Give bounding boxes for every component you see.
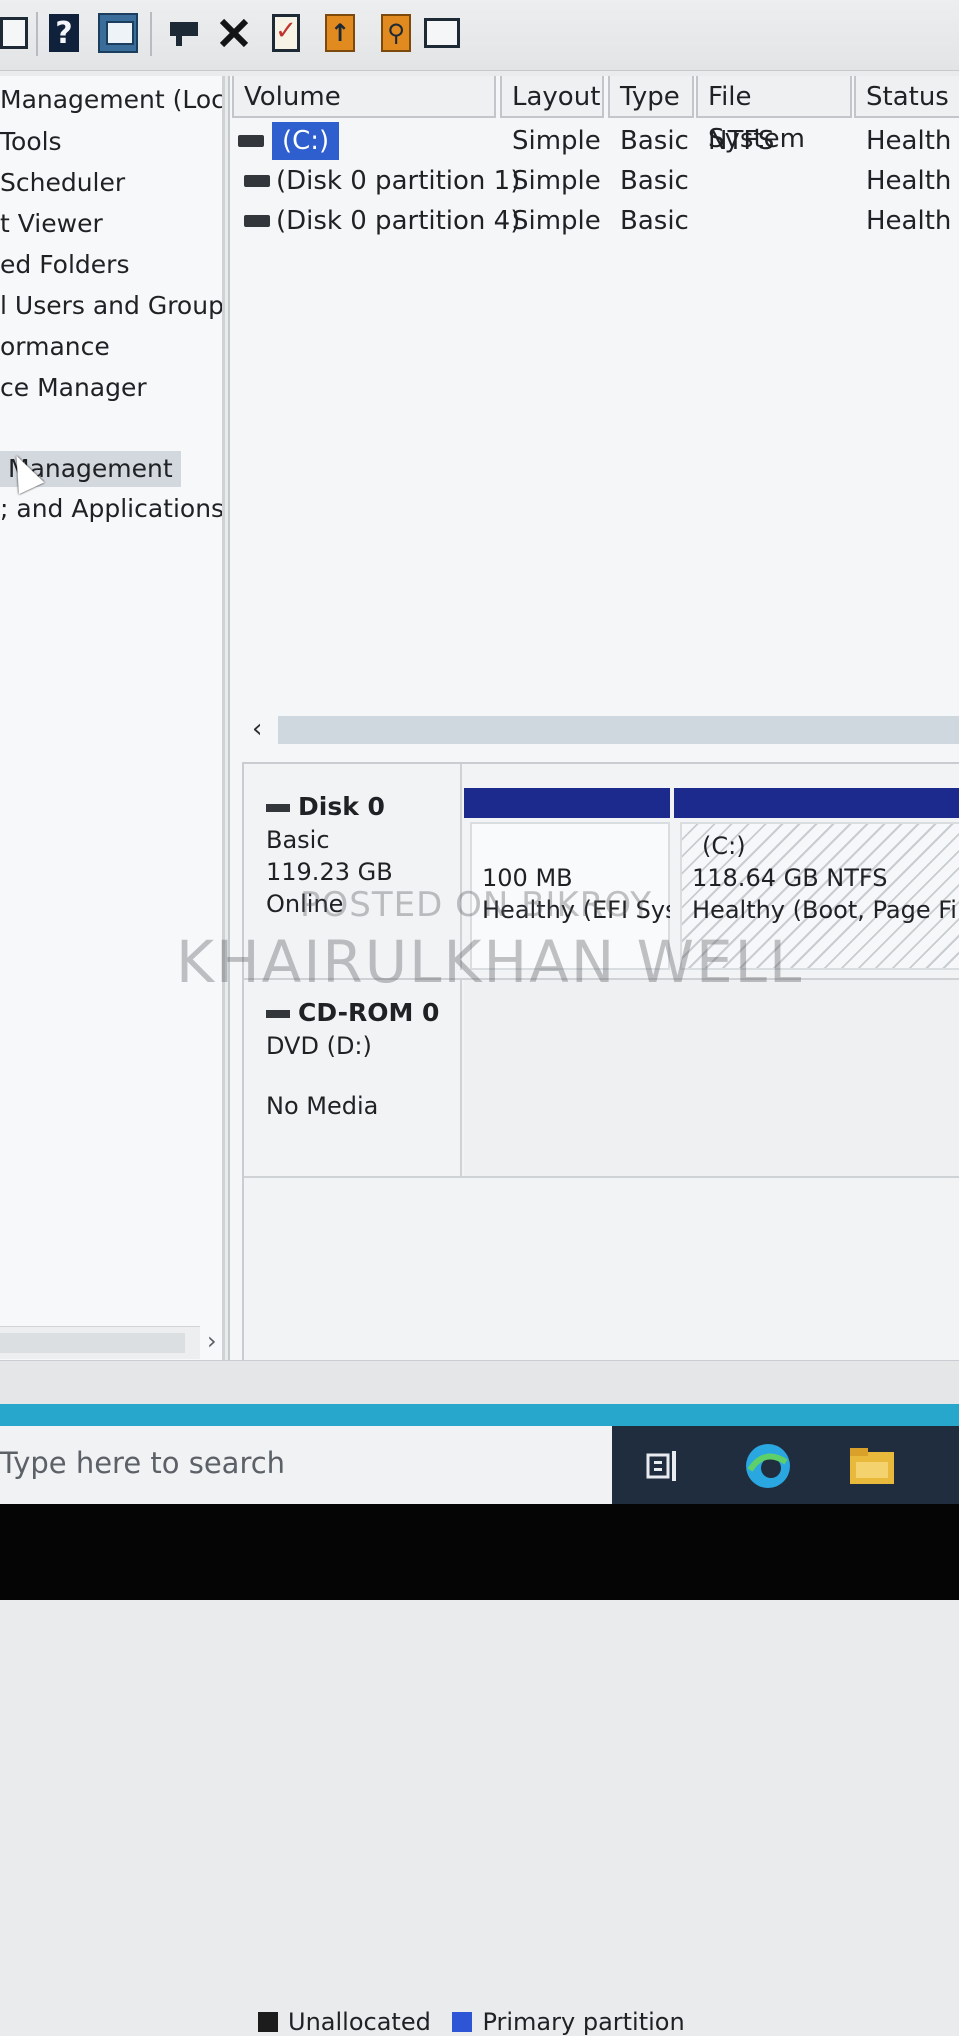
column-header-layout[interactable]: Layout — [500, 76, 604, 118]
tree-item-local-users-groups[interactable]: l Users and Groups — [0, 288, 222, 324]
window-accent-bar — [0, 1404, 959, 1426]
find-icon[interactable]: ⚲ — [376, 10, 416, 56]
scroll-right-icon[interactable]: › — [207, 1327, 217, 1355]
primary-partition-swatch-icon — [452, 2012, 473, 2032]
volume-type: Basic — [620, 206, 689, 236]
volume-row[interactable]: (Disk 0 partition 4) Simple Basic Health — [230, 202, 959, 240]
cdrom-0-label[interactable]: CD-ROM 0 DVD (D:) No Media — [244, 980, 462, 1176]
unallocated-swatch-icon — [258, 2012, 278, 2032]
watermark-line-1: POSTED ON BIKROY — [300, 885, 653, 925]
partition-size: 118.64 GB NTFS — [692, 864, 888, 892]
disk-kind: Basic — [266, 826, 330, 854]
help-icon[interactable]: ? — [44, 10, 84, 56]
tree-item-shared-folders[interactable]: ed Folders — [0, 247, 129, 283]
tree-item-task-scheduler[interactable]: Scheduler — [0, 165, 125, 201]
export-icon[interactable]: ↑ — [320, 10, 360, 56]
volume-type: Basic — [620, 126, 689, 156]
file-explorer-icon[interactable] — [848, 1442, 896, 1490]
legend: Unallocated Primary partition — [258, 2008, 685, 2036]
toolbar: ? ✓ ↑ ⚲ — [0, 0, 959, 71]
drive-icon — [244, 215, 270, 227]
task-view-icon[interactable] — [640, 1442, 688, 1490]
monitor-bezel — [0, 1504, 959, 1600]
tree-item-device-manager[interactable]: ce Manager — [0, 370, 147, 406]
volume-layout: Simple — [512, 166, 601, 196]
tree-horizontal-scrollbar[interactable]: › — [0, 1326, 217, 1359]
volume-layout: Simple — [512, 206, 601, 236]
taskbar: Type here to search — [0, 1426, 959, 1504]
volume-name: (Disk 0 partition 4) — [276, 206, 521, 236]
scrollbar-thumb[interactable] — [278, 716, 959, 744]
status-bar — [0, 1360, 959, 1405]
volume-layout: Simple — [512, 126, 601, 156]
disk-divider — [244, 1176, 959, 1178]
disk-state: No Media — [266, 1092, 379, 1120]
volume-file-system: NTFS — [708, 126, 775, 156]
volume-row[interactable]: (C:) Simple Basic NTFS Health — [230, 122, 959, 160]
console-tree: Management (Local Tools Scheduler t View… — [0, 76, 225, 1360]
column-header-volume[interactable]: Volume — [232, 76, 496, 118]
disk-title: CD-ROM 0 — [266, 998, 439, 1027]
disk-size: 119.23 GB — [266, 858, 393, 886]
toolbar-separator — [150, 12, 152, 56]
disk-title: Disk 0 — [266, 792, 385, 821]
connect-icon[interactable] — [164, 10, 204, 56]
volume-list-header: Volume Layout Type File System Status — [230, 76, 959, 154]
cd-drive-icon — [266, 1010, 290, 1018]
tree-item-performance[interactable]: ormance — [0, 329, 110, 365]
partition-status: Healthy (Boot, Page Fil — [692, 896, 959, 924]
volume-row[interactable]: (Disk 0 partition 1) Simple Basic Health — [230, 162, 959, 200]
taskbar-search-box[interactable]: Type here to search — [0, 1426, 612, 1504]
partition-bar — [674, 788, 959, 818]
search-placeholder: Type here to search — [0, 1446, 286, 1480]
disk-map: Disk 0 Basic 119.23 GB Online 100 MB Hea… — [242, 762, 959, 2036]
toolbar-separator — [36, 12, 38, 56]
partition-bar — [464, 788, 670, 818]
details-pane: Volume Layout Type File System Status (C… — [228, 76, 959, 2036]
column-header-type[interactable]: Type — [608, 76, 694, 118]
tree-item-event-viewer[interactable]: t Viewer — [0, 206, 103, 242]
partition-label: (C:) — [702, 832, 746, 860]
volume-status: Health — [866, 206, 952, 236]
scrollbar-thumb[interactable] — [0, 1333, 185, 1353]
check-icon[interactable]: ✓ — [266, 10, 306, 56]
legend-primary-partition: Primary partition — [482, 2008, 685, 2036]
disk-icon — [266, 804, 290, 812]
disk-kind: DVD (D:) — [266, 1032, 372, 1060]
column-header-file-system[interactable]: File System — [696, 76, 852, 154]
tree-item-computer-management[interactable]: Management (Local — [0, 82, 222, 118]
volume-status: Health — [866, 166, 952, 196]
tree-item-services-applications[interactable]: ; and Applications — [0, 491, 222, 527]
console-tree-icon[interactable] — [0, 10, 34, 56]
volume-status: Health — [866, 126, 952, 156]
watermark-line-2: KHAIRULKHAN WELL — [176, 928, 804, 996]
scroll-left-icon[interactable]: ‹ — [252, 714, 262, 744]
volume-name: (C:) — [272, 122, 340, 160]
volume-type: Basic — [620, 166, 689, 196]
legend-unallocated: Unallocated — [288, 2008, 431, 2036]
edge-icon[interactable] — [744, 1442, 792, 1490]
delete-icon[interactable] — [214, 10, 254, 56]
volume-name: (Disk 0 partition 1) — [276, 166, 521, 196]
view-icon[interactable] — [98, 10, 138, 56]
drive-icon — [238, 135, 264, 147]
drive-icon — [244, 175, 270, 187]
column-header-status[interactable]: Status — [854, 76, 959, 118]
cdrom-empty-area — [464, 980, 959, 1176]
volume-list-horizontal-scrollbar[interactable]: ‹ — [230, 712, 959, 748]
tree-item-system-tools[interactable]: Tools — [0, 124, 62, 160]
properties-icon[interactable] — [422, 10, 462, 56]
